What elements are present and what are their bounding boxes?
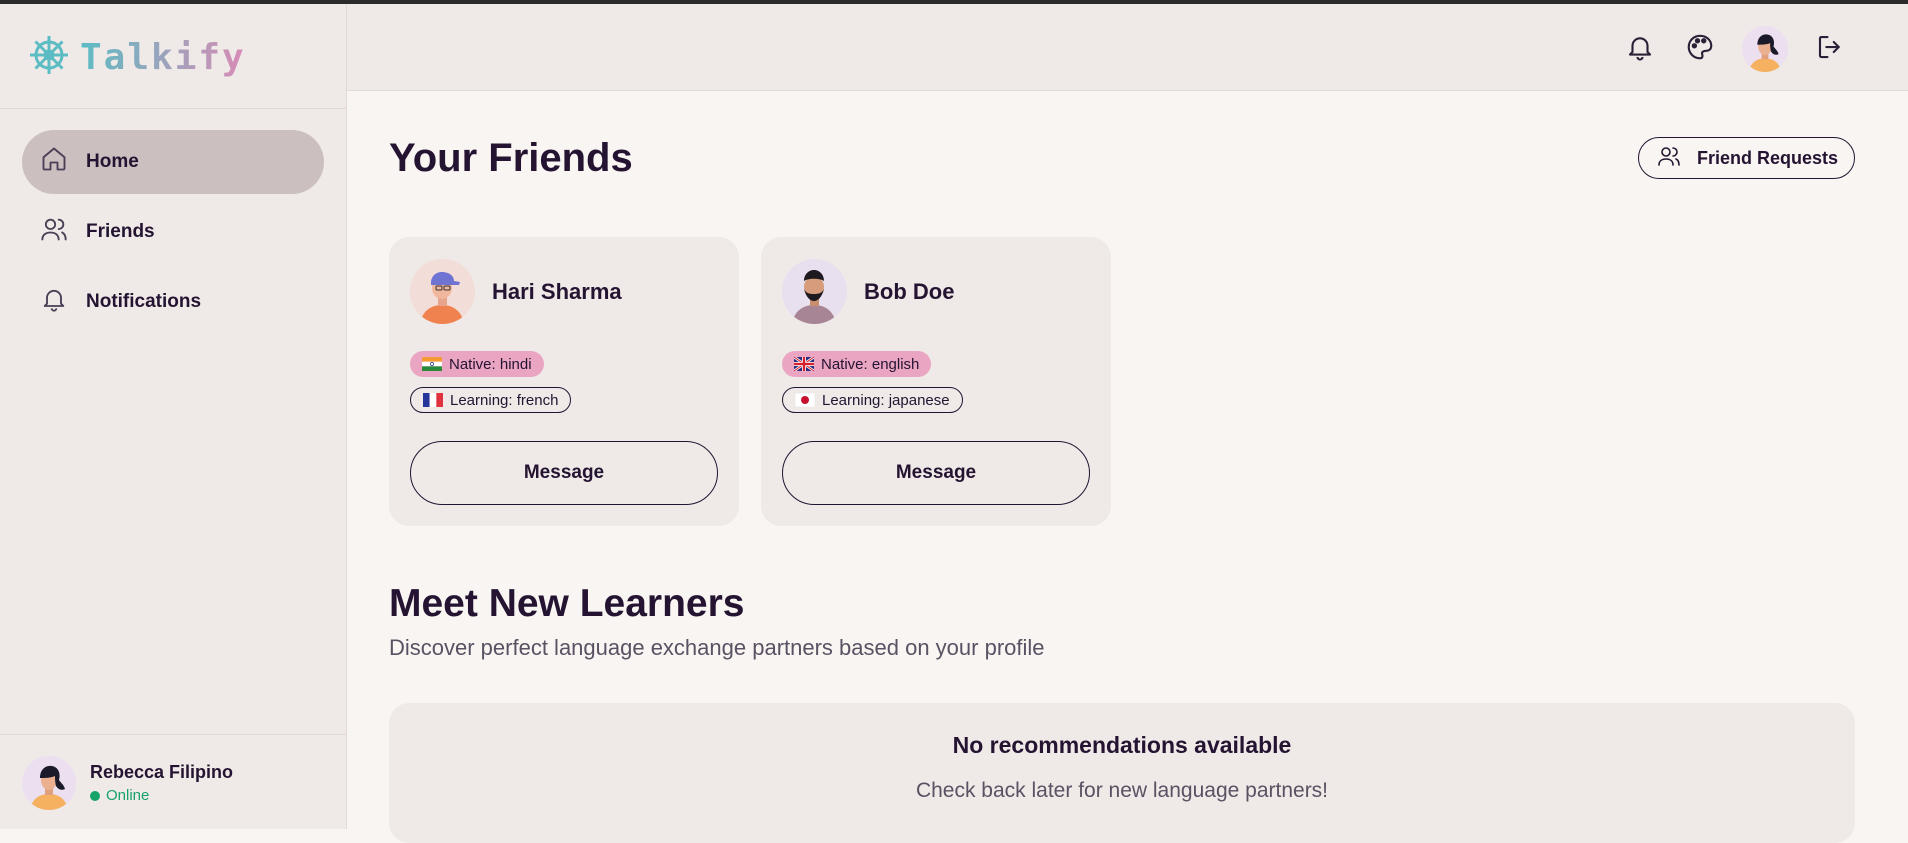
native-language-label: Native: english <box>821 355 920 373</box>
learning-language-badge: Learning: japanese <box>782 387 963 413</box>
friend-header: Bob Doe <box>782 259 954 324</box>
online-status: Online <box>90 787 233 804</box>
empty-title: No recommendations available <box>952 732 1292 758</box>
friend-name: Bob Doe <box>864 278 955 304</box>
avatar <box>782 259 847 324</box>
avatar <box>410 259 475 324</box>
avatar[interactable] <box>1742 26 1788 72</box>
palette-icon <box>1685 32 1715 67</box>
message-button[interactable]: Message <box>782 441 1090 505</box>
sidebar-item-label: Home <box>86 151 139 172</box>
recommendations-title: Meet New Learners <box>389 582 745 625</box>
current-user-card[interactable]: Rebecca Filipino Online <box>22 756 233 810</box>
learning-language-label: Learning: japanese <box>822 391 950 409</box>
sidebar-item-notifications[interactable]: Notifications <box>22 270 324 334</box>
ship-wheel-icon <box>28 34 70 81</box>
logout-button[interactable] <box>1812 31 1848 67</box>
native-language-badge: Native: english <box>782 351 932 377</box>
logout-icon <box>1815 32 1845 67</box>
status-label: Online <box>106 787 150 804</box>
app-logo[interactable]: Talkify <box>28 34 246 81</box>
friend-requests-label: Friend Requests <box>1696 147 1838 168</box>
friend-header: Hari Sharma <box>410 259 622 324</box>
sidebar-item-friends[interactable]: Friends <box>22 200 324 264</box>
bell-icon <box>40 285 68 319</box>
learning-language-label: Learning: french <box>450 391 559 409</box>
user-name: Rebecca Filipino <box>90 762 234 782</box>
sidebar-item-home[interactable]: Home <box>22 130 324 194</box>
sidebar-item-label: Friends <box>86 221 155 242</box>
home-icon <box>40 145 68 179</box>
sidebar-bottom-divider <box>0 734 346 735</box>
friends-grid: Hari Sharma Native: hindi Learning: fren… <box>389 237 1111 526</box>
friend-requests-button[interactable]: Friend Requests <box>1637 137 1855 179</box>
friend-name: Hari Sharma <box>492 278 622 304</box>
france-flag-icon <box>423 393 443 407</box>
uk-flag-icon <box>794 357 814 371</box>
sidebar: Talkify Home Friends Notifications Rebec… <box>0 4 347 829</box>
notifications-button[interactable] <box>1622 31 1658 67</box>
top-header <box>347 4 1908 91</box>
theme-button[interactable] <box>1682 31 1718 67</box>
friend-card: Bob Doe Native: english Learning: japane… <box>761 237 1111 526</box>
page-title: Your Friends <box>389 136 633 180</box>
sidebar-divider <box>0 108 346 109</box>
message-button[interactable]: Message <box>410 441 718 505</box>
friend-card: Hari Sharma Native: hindi Learning: fren… <box>389 237 739 526</box>
status-dot-icon <box>90 790 100 801</box>
learning-language-badge: Learning: french <box>410 387 572 413</box>
bell-icon <box>1625 32 1655 67</box>
native-language-label: Native: hindi <box>449 355 532 373</box>
avatar <box>22 756 76 810</box>
empty-text: Check back later for new language partne… <box>915 779 1329 802</box>
india-flag-icon <box>422 357 442 371</box>
sidebar-nav: Home Friends Notifications <box>22 130 324 340</box>
users-icon <box>40 215 68 249</box>
sidebar-item-label: Notifications <box>86 291 202 312</box>
empty-recommendations: No recommendations available Check back … <box>389 703 1855 843</box>
app-name: Talkify <box>80 37 246 78</box>
header-actions <box>1622 26 1848 72</box>
native-language-badge: Native: hindi <box>410 351 544 377</box>
recommendations-subtitle: Discover perfect language exchange partn… <box>389 635 1045 660</box>
users-icon <box>1657 144 1681 173</box>
japan-flag-icon <box>795 393 815 407</box>
